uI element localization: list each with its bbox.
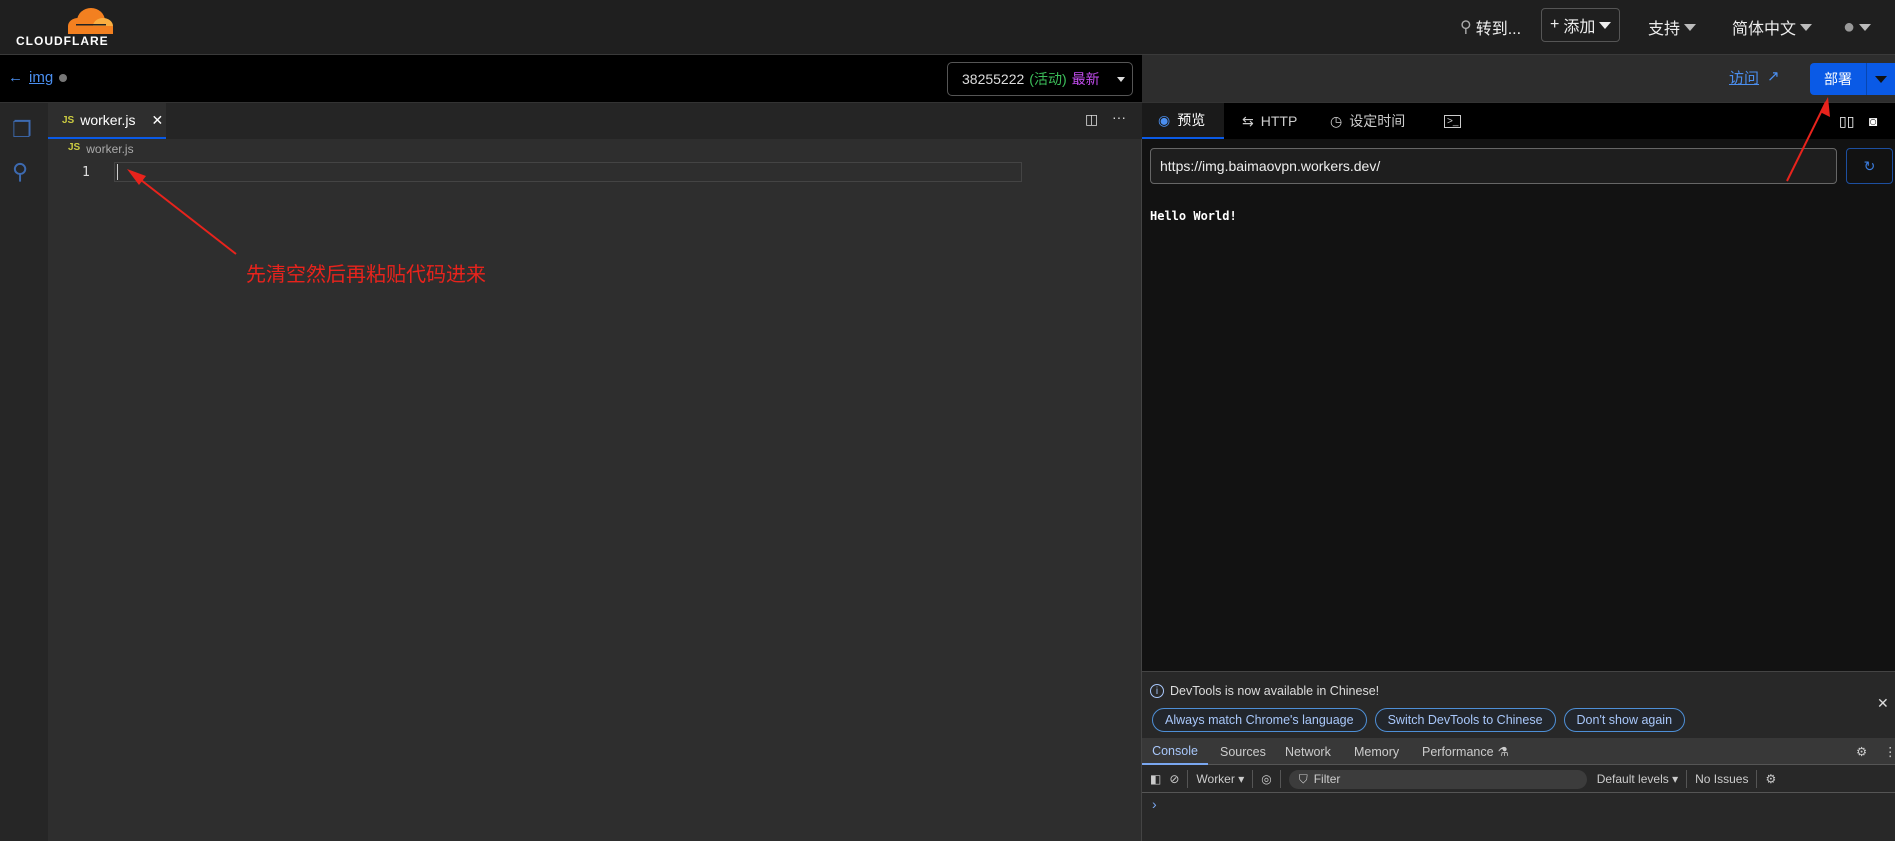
preview-output: Hello World! <box>1150 209 1237 223</box>
tab-http[interactable]: ⇆ HTTP <box>1242 103 1297 139</box>
tab-network[interactable]: Network <box>1285 738 1331 765</box>
tab-worker-js[interactable]: JS worker.js ✕ <box>48 103 166 139</box>
files-icon[interactable]: ❐ <box>12 117 32 143</box>
cloud-icon <box>68 8 113 34</box>
activity-bar: ❐ ⚲ <box>0 103 48 841</box>
eye-icon: ◉ <box>1158 111 1171 128</box>
chevron-down-icon <box>1684 23 1697 31</box>
deploy-dropdown-chevron-icon[interactable] <box>1866 63 1895 95</box>
issues-button[interactable]: No Issues <box>1695 772 1748 786</box>
switch-chinese-button[interactable]: Switch DevTools to Chinese <box>1374 708 1556 732</box>
more-icon[interactable]: ··· <box>1112 109 1126 125</box>
add-button[interactable]: + 添加 <box>1541 8 1621 42</box>
support-menu[interactable]: 支持 <box>1648 12 1697 42</box>
refresh-icon: ↻ <box>1863 157 1876 174</box>
console-settings-icon[interactable]: ⚙ <box>1765 772 1776 786</box>
filter-icon: ⛉ <box>1298 771 1308 786</box>
context-select[interactable]: Worker ▾ <box>1196 772 1244 786</box>
tab-memory[interactable]: Memory <box>1354 738 1399 765</box>
current-line[interactable] <box>114 162 1022 182</box>
plus-icon: + <box>1550 16 1560 33</box>
back-link[interactable]: ← img <box>8 69 68 86</box>
more-vertical-icon[interactable]: ⋮ <box>1884 738 1895 765</box>
devtools-tabs: Console Sources Network Memory Performan… <box>1142 738 1895 765</box>
code-editor[interactable]: JS worker.js 1 <box>48 103 1142 841</box>
filter-input[interactable]: ⛉ Filter <box>1288 769 1587 789</box>
levels-select[interactable]: Default levels ▾ <box>1597 772 1678 786</box>
deploy-bar: 访问 ↗ 部署 <box>1142 55 1895 103</box>
breadcrumb: JS worker.js <box>68 142 134 156</box>
visit-link[interactable]: 访问 ↗ <box>1729 67 1780 88</box>
annotation-text: 先清空然后再粘贴代码进来 <box>246 264 486 286</box>
arrows-icon: ⇆ <box>1242 112 1254 129</box>
search-icon: ⚲ <box>1460 19 1472 36</box>
dont-show-button[interactable]: Don't show again <box>1563 708 1686 732</box>
tab-terminal[interactable]: >_ <box>1444 103 1462 139</box>
close-icon[interactable]: ✕ <box>151 112 163 129</box>
docs-icon[interactable]: ▯▯ <box>1839 103 1854 139</box>
tab-schedule[interactable]: ◷ 设定时间 <box>1330 103 1405 139</box>
console-toolbar: ◧ ⊘ Worker ▾ ◎ ⛉ Filter Default levels ▾ … <box>1142 766 1895 793</box>
devtools-panel: i DevTools is now available in Chinese! A… <box>1142 671 1895 841</box>
account-menu[interactable]: ● <box>1843 12 1872 42</box>
terminal-icon: >_ <box>1444 114 1462 128</box>
worker-header: ← img 38255222 (活动) 最新 <box>0 55 1142 103</box>
discord-icon[interactable]: ◙ <box>1869 103 1877 139</box>
goto-search[interactable]: ⚲ 转到... <box>1460 12 1521 42</box>
status-dot <box>59 73 68 82</box>
user-icon: ● <box>1843 15 1856 38</box>
line-number: 1 <box>82 165 90 180</box>
split-editor-icon[interactable]: ◫ <box>1085 111 1098 128</box>
arrow-left-icon: ← <box>8 69 23 86</box>
text-cursor <box>117 164 118 180</box>
match-language-button[interactable]: Always match Chrome's language <box>1152 708 1367 732</box>
top-navbar: CLOUDFLARE ⚲ 转到... + 添加 支持 简体中文 ● <box>0 0 1895 55</box>
clock-icon: ◷ <box>1330 112 1343 129</box>
settings-icon[interactable]: ⚙ <box>1856 738 1867 765</box>
close-icon[interactable]: ✕ <box>1877 695 1889 712</box>
cloudflare-logo[interactable]: CLOUDFLARE <box>16 4 126 50</box>
preview-tabs: ◉ 预览 ⇆ HTTP ◷ 设定时间 >_ ▯▯ ◙ <box>1142 103 1895 139</box>
tab-sources[interactable]: Sources <box>1220 738 1266 765</box>
live-expression-icon[interactable]: ◎ <box>1261 772 1271 786</box>
tab-console[interactable]: Console <box>1142 738 1208 765</box>
preview-pane: https://img.baimaovpn.workers.dev/ ↻ Hel… <box>1142 139 1895 671</box>
refresh-button[interactable]: ↻ <box>1846 148 1893 184</box>
sidebar-toggle-icon[interactable]: ◧ <box>1150 772 1161 786</box>
flask-icon: ⚗ <box>1497 745 1509 759</box>
info-icon: i <box>1150 684 1164 698</box>
url-input[interactable]: https://img.baimaovpn.workers.dev/ <box>1150 148 1837 184</box>
search-icon[interactable]: ⚲ <box>12 159 28 185</box>
tab-preview[interactable]: ◉ 预览 <box>1142 103 1224 139</box>
language-menu[interactable]: 简体中文 <box>1732 12 1813 42</box>
editor-tabs: JS worker.js ✕ ◫ ··· <box>48 103 1142 139</box>
tab-performance[interactable]: Performance ⚗ <box>1422 738 1509 765</box>
console-prompt[interactable]: › <box>1152 796 1157 812</box>
devtools-notice: i DevTools is now available in Chinese! <box>1150 684 1379 698</box>
version-select[interactable]: 38255222 (活动) 最新 <box>947 62 1133 96</box>
deploy-button[interactable]: 部署 <box>1810 63 1895 95</box>
external-link-icon: ↗ <box>1767 68 1780 85</box>
clear-console-icon[interactable]: ⊘ <box>1169 772 1179 786</box>
chevron-down-icon <box>1800 23 1813 31</box>
